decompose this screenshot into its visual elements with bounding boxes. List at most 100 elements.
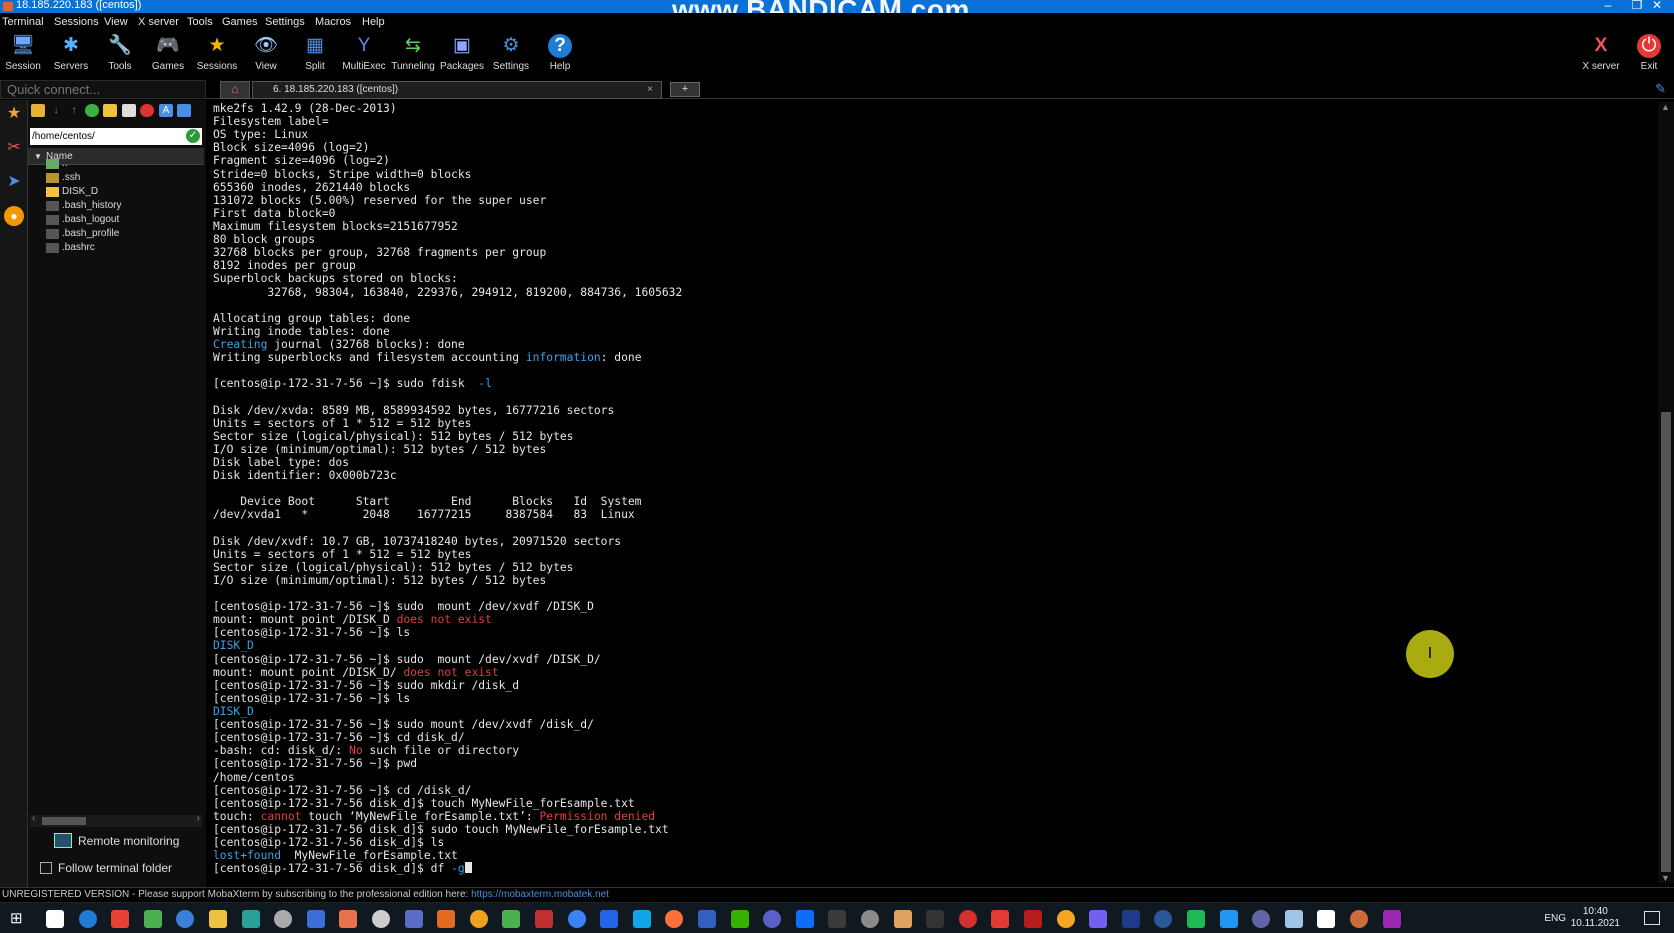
menu-view[interactable]: View [104,16,128,28]
taskbar-app-icon[interactable] [143,910,162,928]
taskbar-app-icon[interactable] [1121,910,1140,928]
taskbar-app-icon[interactable] [730,910,749,928]
scroll-thumb[interactable] [42,817,86,825]
menu-x-server[interactable]: X server [138,16,179,28]
sessions-button[interactable]: ★ Sessions [194,34,240,72]
taskbar-app-icon[interactable] [763,910,782,928]
taskbar-app-icon[interactable] [535,910,553,928]
taskbar-app-icon[interactable] [502,910,521,928]
new-file-icon[interactable] [122,104,136,117]
windows-start-icon[interactable]: ⊞ [10,910,28,928]
menu-tools[interactable]: Tools [187,16,213,28]
path-input[interactable] [30,128,180,144]
sessions-star-icon[interactable]: ★ [4,104,24,124]
taskbar-app-icon[interactable] [241,910,260,928]
download-icon[interactable]: ↓ [49,104,63,117]
refresh-icon[interactable] [85,104,99,117]
view-button[interactable]: 👁 View [243,34,289,72]
taskbar-app-icon[interactable] [828,910,847,928]
minimize-button[interactable]: – [1598,0,1618,12]
menu-macros[interactable]: Macros [315,16,351,28]
tab-close-icon[interactable]: × [647,82,653,98]
x-server-button[interactable]: X X server [1578,34,1624,72]
packages-button[interactable]: ▣ Packages [439,34,485,72]
taskbar-app-icon[interactable] [958,910,977,928]
taskbar-app-icon[interactable] [469,910,488,928]
delete-icon[interactable] [140,104,154,117]
taskbar-app-icon[interactable] [1089,910,1108,928]
taskbar-app-icon[interactable] [176,910,195,928]
taskbar-app-icon[interactable] [1252,910,1271,928]
taskbar-app-icon[interactable] [893,910,912,928]
taskbar-app-icon[interactable] [372,910,390,928]
taskbar-app-icon[interactable] [1382,910,1401,928]
notification-icon[interactable] [1644,911,1660,925]
menu-games[interactable]: Games [222,16,257,28]
macros-rail-icon[interactable]: ● [4,206,24,226]
sidebar-hscrollbar[interactable]: ‹ › [30,813,202,827]
file-bash-profile[interactable]: .bash_profile [46,227,119,241]
taskbar-app-icon[interactable] [795,910,814,928]
text-view-icon[interactable]: A [159,104,173,117]
scroll-left-icon[interactable]: ‹ [32,813,35,824]
remote-monitoring-button[interactable]: Remote monitoring [54,833,179,848]
taskbar-app-icon[interactable] [339,910,358,928]
taskbar-app-icon[interactable] [46,910,64,928]
new-tab-button[interactable]: + [670,82,700,97]
menu-settings[interactable]: Settings [265,16,305,28]
taskbar-app-icon[interactable] [698,910,716,928]
taskbar-app-icon[interactable] [437,910,456,928]
taskbar-app-icon[interactable] [209,910,227,928]
file-parent[interactable]: .. [46,157,68,171]
tools-rail-icon[interactable]: ✂ [4,138,24,158]
session-tab[interactable]: 6. 18.185.220.183 ([centos]) × [252,81,662,99]
settings-button[interactable]: ⚙ Settings [488,34,534,72]
tools-button[interactable]: 🔧 Tools [97,34,143,72]
home-tab[interactable]: ⌂ [220,81,250,99]
scroll-down-icon[interactable]: ▼ [1661,873,1670,883]
help-button[interactable]: ? Help [537,34,583,72]
file-bash-history[interactable]: .bash_history [46,199,121,213]
taskbar-app-icon[interactable] [861,910,879,928]
terminal-scroll-thumb[interactable] [1661,412,1671,872]
file-bash-logout[interactable]: .bash_logout [46,213,119,227]
session-button[interactable]: 🖥 Session [0,34,46,72]
path-ok-icon[interactable]: ✓ [186,129,200,143]
properties-icon[interactable] [177,104,191,117]
upload-icon[interactable]: ↑ [67,104,81,117]
menu-sessions[interactable]: Sessions [54,16,99,28]
split-button[interactable]: ▦ Split [292,34,338,72]
file-bashrc[interactable]: .bashrc [46,241,95,255]
file-ssh[interactable]: .ssh [46,171,80,185]
new-folder-icon[interactable] [103,104,117,117]
taskbar-app-icon[interactable] [926,910,945,928]
taskbar-app-icon[interactable] [1317,910,1336,928]
taskbar-app-icon[interactable] [306,910,325,928]
taskbar-app-icon[interactable] [991,910,1010,928]
sftp-rail-icon[interactable]: ➤ [4,172,24,192]
taskbar-app-icon[interactable] [665,910,684,928]
file-disk-d[interactable]: DISK_D [46,185,98,199]
quick-connect-input[interactable] [1,81,205,98]
taskbar-app-icon[interactable] [404,910,423,928]
taskbar-app-icon[interactable] [1350,910,1368,928]
language-indicator[interactable]: ENG [1544,913,1566,924]
taskbar-app-icon[interactable] [274,910,293,928]
clock[interactable]: 10:40 10.11.2021 [1571,906,1620,930]
mobatek-link[interactable]: https://mobaxterm.mobatek.net [471,889,609,900]
attach-icon[interactable]: ✎ [1655,81,1666,97]
taskbar-app-icon[interactable] [78,910,97,928]
menu-help[interactable]: Help [362,16,385,28]
taskbar-app-icon[interactable] [111,910,130,928]
multiexec-button[interactable]: Y MultiExec [341,34,387,72]
servers-button[interactable]: ✱ Servers [48,34,94,72]
terminal-scrollbar[interactable]: ▲ ▼ [1658,102,1674,883]
taskbar-app-icon[interactable] [1056,910,1075,928]
tunneling-button[interactable]: ⇆ Tunneling [390,34,436,72]
maximize-button[interactable]: ❐ [1627,0,1647,12]
taskbar-app-icon[interactable] [1024,910,1042,928]
folder-up-icon[interactable] [31,104,45,117]
taskbar-app-icon[interactable] [1187,910,1205,928]
close-button[interactable]: ✕ [1647,0,1667,12]
taskbar-app-icon[interactable] [1284,910,1303,928]
